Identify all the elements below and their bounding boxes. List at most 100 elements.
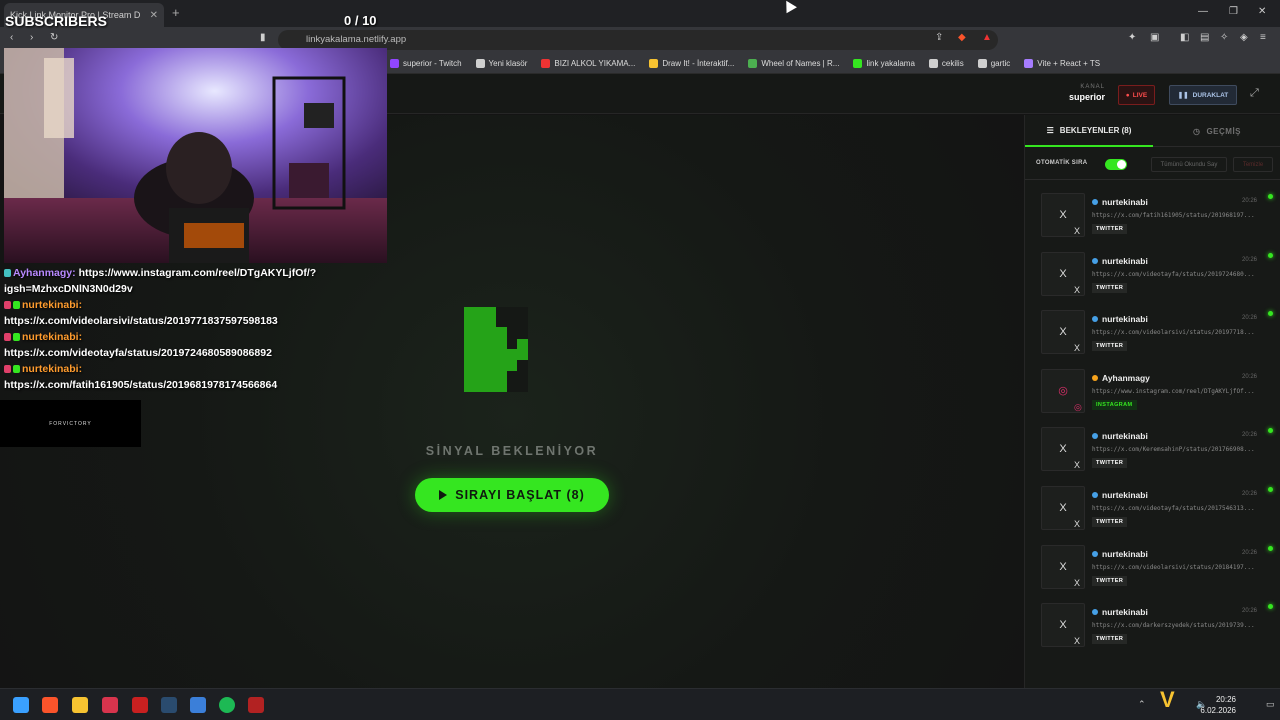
- recorder-taskbar-icon[interactable]: [132, 697, 148, 713]
- menu-icon[interactable]: ≡: [1260, 32, 1266, 43]
- bookmark-favicon-icon: [390, 58, 399, 68]
- queue-item[interactable]: X Xnurtekinabi 20:26 https://x.com/videolar…: [1025, 298, 1280, 356]
- bookmark-item[interactable]: BIZI ALKOL YIKAMA...: [541, 58, 636, 68]
- url-input[interactable]: linkyakalama.netlify.app: [278, 30, 998, 50]
- user-badge-icon: [1092, 374, 1098, 381]
- queue-item-username: nurtekinabi: [1102, 607, 1148, 618]
- queue-item-url[interactable]: https://x.com/darkerszyedek/status/20197…: [1092, 622, 1272, 629]
- windows-start-icon[interactable]: [13, 697, 29, 713]
- tab-manager-icon[interactable]: ▣: [1150, 32, 1159, 43]
- x-platform-icon: X: [1074, 577, 1081, 588]
- queue-item-url[interactable]: https://x.com/videotayfa/status/20197246…: [1092, 271, 1272, 278]
- queue-item-username: nurtekinabi: [1102, 490, 1148, 500]
- queue-item-url[interactable]: https://x.com/videolarsivi/status/201841…: [1092, 564, 1272, 571]
- queue-item-url[interactable]: https://x.com/KeremsahinP/status/2017669…: [1092, 446, 1272, 453]
- file-explorer-icon[interactable]: [72, 697, 88, 713]
- sidebar-icon[interactable]: ◧: [1180, 32, 1189, 43]
- live-button[interactable]: ● LIVE: [1118, 85, 1155, 105]
- start-queue-button[interactable]: SIRAYI BAŞLAT (8): [415, 478, 609, 512]
- channel-label: KANAL: [1080, 84, 1105, 90]
- bookmark-label: Draw It! - İnteraktif...: [662, 58, 735, 68]
- close-window-icon[interactable]: ✕: [1258, 6, 1266, 17]
- chat-username: nurtekinabi:: [22, 331, 83, 343]
- spotify-icon[interactable]: [219, 697, 235, 713]
- restore-icon[interactable]: ❐: [1229, 6, 1238, 17]
- queue-item[interactable]: X Xnurtekinabi 20:26 https://x.com/videolar…: [1025, 533, 1280, 591]
- steam-icon[interactable]: [161, 697, 177, 713]
- queue-item-url[interactable]: https://x.com/videolarsivi/status/201977…: [1092, 329, 1272, 336]
- tab-queue[interactable]: ☰ BEKLEYENLER (8): [1025, 115, 1153, 147]
- chat-badge-icon: [4, 365, 11, 373]
- minimize-icon[interactable]: —: [1198, 6, 1208, 17]
- queue-item-url[interactable]: https://www.instagram.com/reel/DTgAKYLjf…: [1092, 388, 1272, 395]
- chat-text-continued: https://x.com/videolarsivi/status/201977…: [4, 315, 278, 327]
- queue-item[interactable]: X Xnurtekinabi 20:26 https://x.com/Keremsah…: [1025, 415, 1280, 473]
- auto-queue-row: OTOMATİK SIRA Tümünü Okundu Say Temizle: [1025, 148, 1280, 180]
- user-badge-icon: [1092, 609, 1098, 616]
- obs-icon[interactable]: [190, 697, 206, 713]
- brave-taskbar-icon[interactable]: [42, 697, 58, 713]
- chat-overlay: Ayhanmagy: https://www.instagram.com/ree…: [4, 265, 384, 393]
- extensions-icon[interactable]: ✦: [1128, 32, 1136, 43]
- queue-item-url[interactable]: https://x.com/videotayfa/status/20175463…: [1092, 505, 1272, 512]
- queue-item-user: nurtekinabi: [1092, 431, 1148, 441]
- forward-icon[interactable]: ›: [30, 32, 33, 43]
- new-tab-icon[interactable]: +: [172, 5, 180, 20]
- pause-icon: ❚❚: [1177, 92, 1189, 99]
- bookmark-item[interactable]: Wheel of Names | R...: [748, 58, 839, 68]
- bookmark-label: Yeni klasör: [488, 58, 528, 68]
- status-dot-icon: [1268, 194, 1273, 199]
- clear-button[interactable]: Temizle: [1233, 157, 1273, 172]
- clock-date: 6.02.2026: [1200, 706, 1236, 715]
- taskbar: ⌃ V 🔈 20:26 6.02.2026 ▭: [0, 687, 1280, 720]
- bookmark-label: link yakalama: [866, 58, 915, 68]
- share-icon[interactable]: ⇪: [935, 32, 943, 43]
- x-platform-icon: X: [1074, 226, 1081, 236]
- close-tab-icon[interactable]: ✕: [150, 10, 158, 21]
- queue-item-url[interactable]: https://x.com/fatih161905/status/2019681…: [1092, 212, 1272, 219]
- bookmark-item[interactable]: Vite + React + TS: [1024, 58, 1100, 68]
- bookmark-item[interactable]: Draw It! - İnteraktif...: [649, 58, 735, 68]
- rewards-icon[interactable]: ▲: [982, 32, 992, 43]
- wallet-icon[interactable]: ▤: [1200, 32, 1209, 43]
- auto-queue-toggle[interactable]: [1105, 159, 1127, 170]
- browser-tab-bar: Kick Link Monitor Pro | Stream D ✕ + — ❐…: [0, 0, 1280, 27]
- mark-all-read-button[interactable]: Tümünü Okundu Say: [1151, 157, 1227, 172]
- vpn-icon[interactable]: ◈: [1240, 32, 1248, 43]
- app-taskbar-icon[interactable]: [102, 697, 118, 713]
- user-badge-icon: [1092, 257, 1098, 264]
- bookmark-icon[interactable]: ▮: [260, 32, 266, 43]
- bookmark-item[interactable]: superior - Twitch: [390, 58, 462, 68]
- leo-icon[interactable]: ✧: [1220, 32, 1228, 43]
- bookmark-item[interactable]: gartic: [977, 58, 1010, 68]
- queue-item[interactable]: X Xnurtekinabi 20:26 https://x.com/videotay…: [1025, 474, 1280, 532]
- queue-item[interactable]: X Xnurtekinabi 20:26 https://x.com/videotay…: [1025, 240, 1280, 298]
- bookmark-item[interactable]: cekilis: [928, 58, 964, 68]
- platform-badge: TWITTER: [1092, 282, 1128, 293]
- queue-item-time: 20:26: [1241, 491, 1257, 497]
- queue-item[interactable]: X Xnurtekinabi 20:26 https://x.com/darkersz…: [1025, 591, 1280, 649]
- popout-icon[interactable]: ⤢: [1250, 87, 1259, 100]
- queue-item-username: nurtekinabi: [1102, 431, 1148, 442]
- user-badge-icon: [1092, 199, 1098, 205]
- queue-item[interactable]: ◎ ◎ Ayhanmagy 20:26 https://www.instagram.co…: [1025, 357, 1280, 415]
- tab-history[interactable]: ◷ GEÇMİŞ: [1153, 115, 1280, 147]
- pause-button[interactable]: ❚❚ DURAKLAT: [1169, 85, 1237, 105]
- queue-item-time: 20:26: [1241, 608, 1257, 615]
- brave-shield-icon[interactable]: ◆: [958, 32, 966, 43]
- system-clock[interactable]: 20:26 6.02.2026: [1200, 694, 1236, 716]
- bookmark-item[interactable]: link yakalama: [853, 58, 915, 68]
- queue-item-time: 20:26: [1241, 373, 1257, 380]
- bookmark-item[interactable]: Yeni klasör: [475, 58, 528, 68]
- queue-item-user: nurtekinabi: [1092, 256, 1148, 266]
- queue-item[interactable]: X Xnurtekinabi 20:26 https://x.com/fatih161…: [1025, 181, 1280, 239]
- bookmark-favicon-icon: [1024, 58, 1034, 68]
- tray-chevron-icon[interactable]: ⌃: [1138, 699, 1146, 710]
- bookmark-label: BIZI ALKOL YIKAMA...: [554, 58, 636, 68]
- reload-icon[interactable]: ↻: [50, 32, 58, 43]
- x-platform-icon: X: [1074, 636, 1081, 647]
- back-icon[interactable]: ‹: [10, 32, 13, 43]
- status-dot-icon: [1268, 311, 1273, 317]
- voicemeeter-icon[interactable]: [248, 697, 264, 713]
- notification-icon[interactable]: ▭: [1266, 699, 1275, 710]
